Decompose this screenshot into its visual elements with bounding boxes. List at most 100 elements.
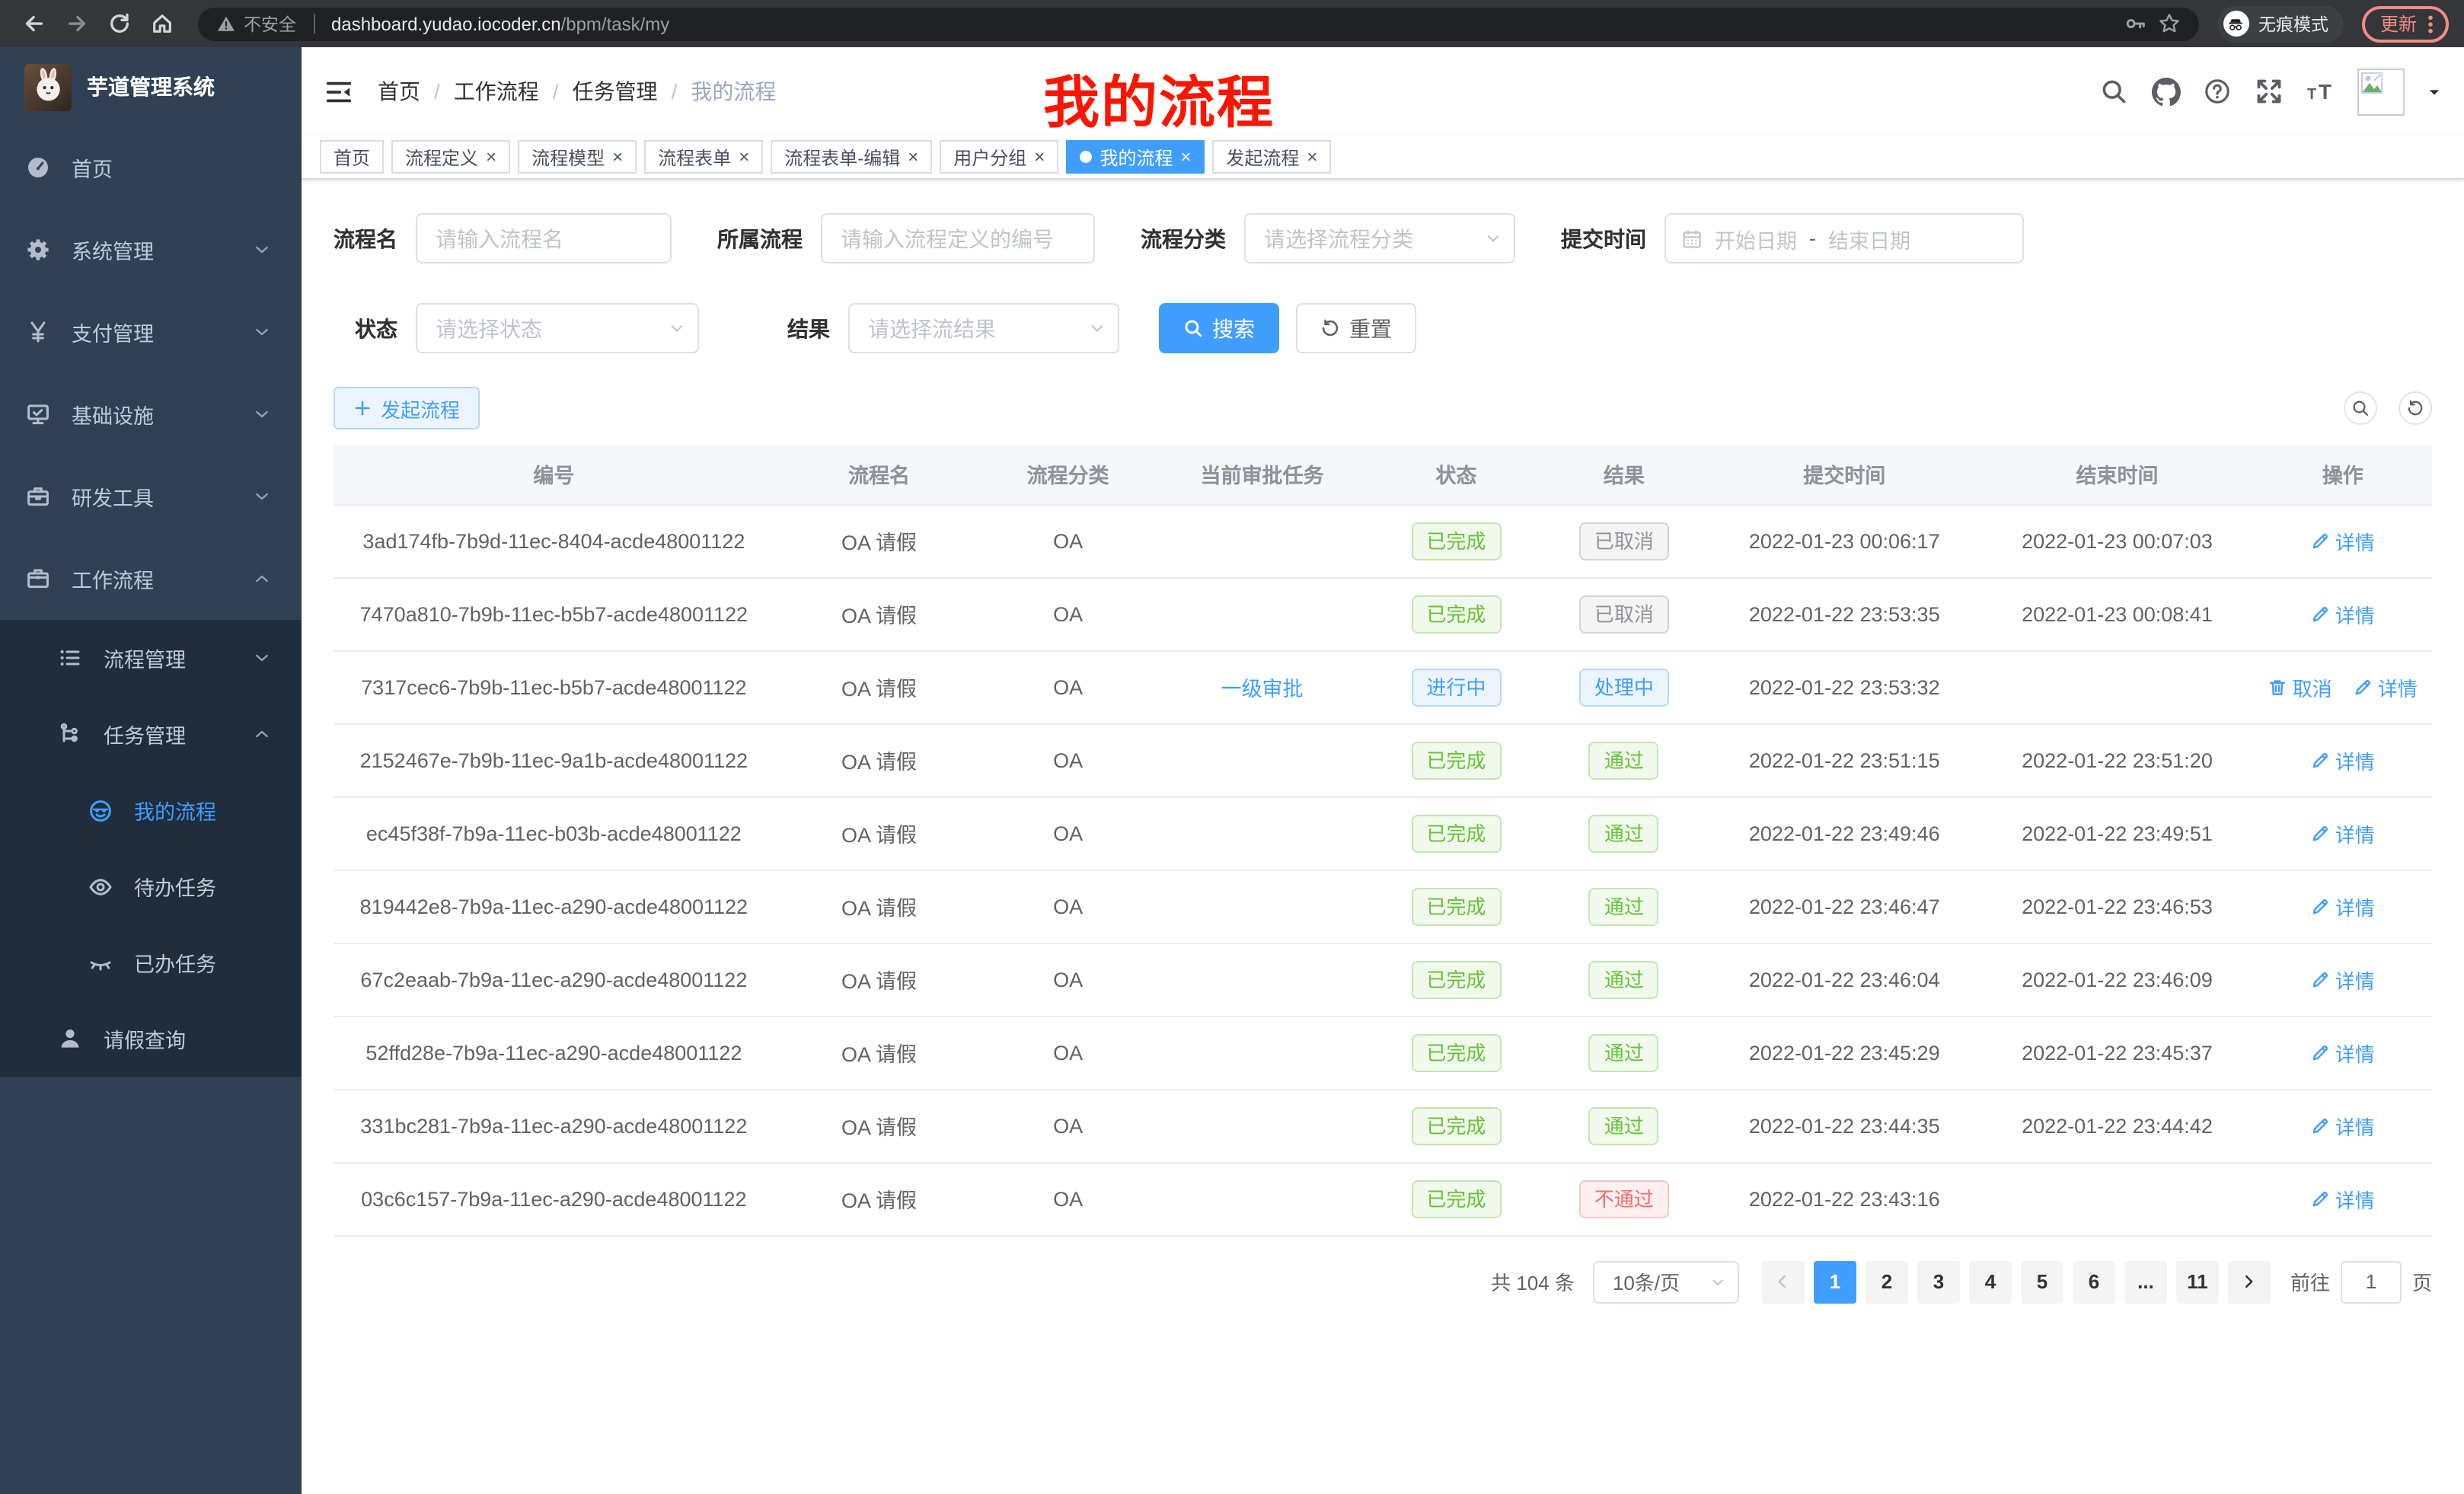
chevron-down-icon <box>253 241 271 259</box>
sidebar-item-4[interactable]: 已办任务 <box>0 924 302 1001</box>
bookmark-star-icon[interactable] <box>2158 12 2181 35</box>
sidebar-item-2[interactable]: 我的流程 <box>0 772 302 848</box>
pagination-page-4[interactable]: 4 <box>1969 1260 2012 1303</box>
key-icon[interactable] <box>2124 12 2147 35</box>
detail-link[interactable]: 详情 <box>2311 599 2375 628</box>
security-label[interactable]: 不安全 <box>244 11 296 36</box>
table-search-icon[interactable] <box>2344 391 2377 425</box>
category-select[interactable] <box>1244 213 1515 263</box>
cell-submit-time: 2022-01-22 23:43:16 <box>1708 1162 1980 1235</box>
reset-button[interactable]: 重置 <box>1296 303 1416 353</box>
close-icon[interactable] <box>908 148 918 166</box>
filter-status: 状态 <box>355 303 699 353</box>
detail-link[interactable]: 详情 <box>2311 1111 2375 1140</box>
close-icon[interactable] <box>612 148 623 166</box>
process-def-input[interactable] <box>821 213 1095 263</box>
sidebar-item-5[interactable]: 工作流程 <box>0 538 302 620</box>
sidebar-collapse-icon[interactable] <box>323 77 353 106</box>
detail-link[interactable]: 详情 <box>2311 1038 2375 1067</box>
process-name-input[interactable] <box>416 213 672 263</box>
tab-5[interactable]: 用户分组 <box>940 140 1058 174</box>
pagination-page-2[interactable]: 2 <box>1866 1260 1908 1303</box>
pagination-page-3[interactable]: 3 <box>1917 1260 1960 1303</box>
browser-forward-icon[interactable] <box>58 5 94 42</box>
tab-2[interactable]: 流程模型 <box>518 140 637 174</box>
task-link[interactable]: 一级审批 <box>1221 678 1304 701</box>
address-bar[interactable]: 不安全 dashboard.yudao.iocoder.cn/bpm/task/… <box>198 7 2199 40</box>
breadcrumb-task[interactable]: 任务管理 <box>573 76 658 107</box>
help-icon[interactable] <box>2202 76 2233 107</box>
sidebar-item-4[interactable]: 研发工具 <box>0 455 302 538</box>
close-icon[interactable] <box>739 148 749 166</box>
pagination-more[interactable]: ... <box>2124 1260 2167 1303</box>
browser-reload-icon[interactable] <box>101 5 137 42</box>
close-icon[interactable] <box>486 148 496 166</box>
result-badge: 通过 <box>1589 887 1659 925</box>
caret-down-icon[interactable] <box>2426 83 2443 100</box>
tab-1[interactable]: 流程定义 <box>391 140 510 174</box>
robot-icon <box>88 797 113 823</box>
breadcrumb-workflow[interactable]: 工作流程 <box>454 76 539 107</box>
fullscreen-icon[interactable] <box>2254 76 2284 107</box>
tab-7[interactable]: 发起流程 <box>1212 140 1331 174</box>
create-process-button[interactable]: 发起流程 <box>334 387 480 429</box>
breadcrumb-separator: / <box>553 79 559 104</box>
page-size-select[interactable] <box>1593 1260 1739 1303</box>
sidebar-item-3[interactable]: 基础设施 <box>0 373 302 455</box>
detail-link[interactable]: 详情 <box>2311 965 2375 994</box>
column-header: 流程分类 <box>984 445 1151 504</box>
close-icon[interactable] <box>1307 148 1317 166</box>
github-icon[interactable] <box>2150 76 2181 107</box>
pagination-page-11[interactable]: 11 <box>2176 1260 2219 1303</box>
incognito-label: 无痕模式 <box>2258 11 2328 36</box>
detail-link[interactable]: 详情 <box>2311 526 2375 555</box>
sidebar-item-1[interactable]: 系统管理 <box>0 209 302 291</box>
font-size-icon[interactable]: TT <box>2306 76 2336 107</box>
browser-menu-icon[interactable] <box>2427 13 2434 34</box>
pagination-page-1[interactable]: 1 <box>1814 1260 1856 1303</box>
sidebar-item-0[interactable]: 首页 <box>0 126 302 209</box>
update-label[interactable]: 更新 <box>2380 11 2417 37</box>
pagination-page-5[interactable]: 5 <box>2021 1260 2063 1303</box>
tab-0[interactable]: 首页 <box>320 140 384 174</box>
list-icon <box>58 646 82 670</box>
sidebar-item-label: 请假查询 <box>104 1023 302 1054</box>
result-badge: 已取消 <box>1579 595 1669 633</box>
tab-3[interactable]: 流程表单 <box>644 140 763 174</box>
detail-link[interactable]: 详情 <box>2311 892 2375 921</box>
detail-link[interactable]: 详情 <box>2311 1184 2375 1213</box>
breadcrumb-home[interactable]: 首页 <box>378 76 420 107</box>
sidebar-item-0[interactable]: 流程管理 <box>0 620 302 696</box>
result-select[interactable] <box>848 303 1119 353</box>
cell-category: OA <box>984 723 1151 796</box>
cell-actions: 详情 <box>2254 870 2432 943</box>
search-button[interactable]: 搜索 <box>1159 303 1279 353</box>
browser-home-icon[interactable] <box>143 5 180 42</box>
avatar[interactable] <box>2357 68 2405 115</box>
detail-link[interactable]: 详情 <box>2311 745 2375 774</box>
tab-4[interactable]: 流程表单-编辑 <box>771 140 932 174</box>
detail-link[interactable]: 详情 <box>2311 819 2375 848</box>
page-size-value[interactable] <box>1593 1260 1739 1303</box>
close-icon[interactable] <box>1034 148 1045 166</box>
sidebar-item-5[interactable]: 请假查询 <box>0 1001 302 1077</box>
pagination-next-icon[interactable] <box>2228 1260 2271 1303</box>
sidebar-item-3[interactable]: 待办任务 <box>0 848 302 924</box>
sidebar-item-2[interactable]: 支付管理 <box>0 291 302 373</box>
close-icon[interactable] <box>1180 148 1191 166</box>
detail-link[interactable]: 详情 <box>2354 672 2418 701</box>
tab-6[interactable]: 我的流程 <box>1066 140 1205 174</box>
search-icon[interactable] <box>2099 76 2129 107</box>
cell-result: 通过 <box>1540 723 1708 796</box>
browser-update-button[interactable]: 更新 <box>2362 5 2449 42</box>
cancel-link[interactable]: 取消 <box>2268 672 2332 701</box>
table-refresh-icon[interactable] <box>2399 391 2432 425</box>
pagination-page-6[interactable]: 6 <box>2073 1260 2115 1303</box>
status-select[interactable] <box>416 303 699 353</box>
browser-back-icon[interactable] <box>15 5 52 42</box>
sidebar-item-1[interactable]: 任务管理 <box>0 696 302 772</box>
date-range-picker[interactable]: 开始日期 - 结束日期 <box>1664 213 2024 263</box>
pagination-goto-input[interactable] <box>2341 1260 2402 1303</box>
cell-id: 67c2eaab-7b9a-11ec-a290-acde48001122 <box>334 943 774 1016</box>
pagination-prev-icon[interactable] <box>1762 1260 1805 1303</box>
